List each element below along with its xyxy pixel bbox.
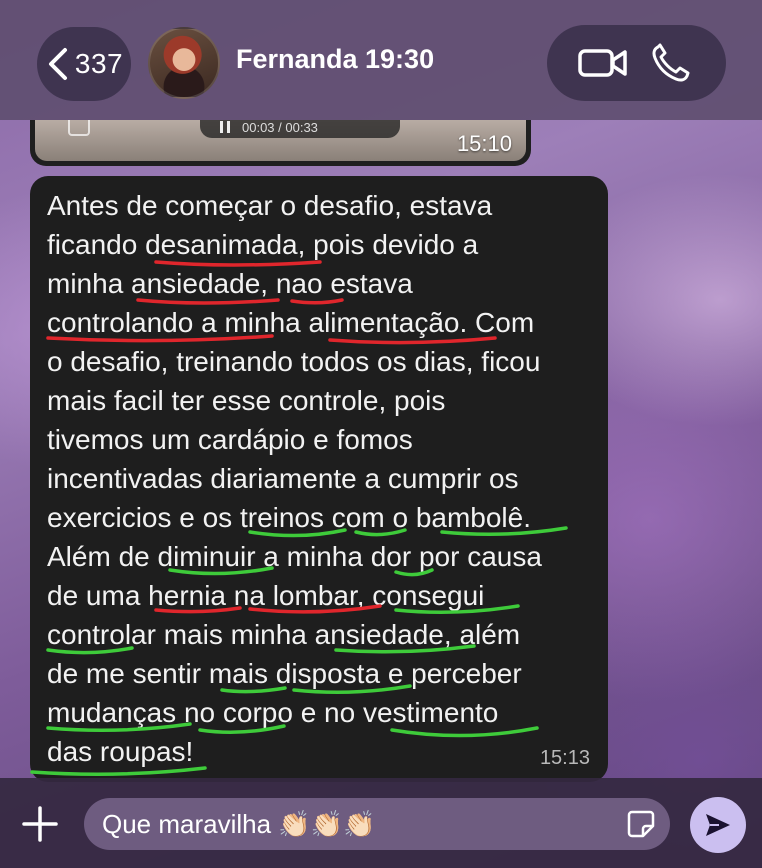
composer-bar: Que maravilha 👏🏻👏🏻👏🏻 — [0, 778, 762, 868]
call-actions — [547, 25, 726, 101]
video-thumbnail[interactable]: 00:03 / 00:33 15:10 — [35, 120, 526, 161]
send-icon — [706, 814, 730, 836]
pause-icon[interactable] — [220, 121, 230, 133]
chevron-left-icon — [48, 48, 67, 80]
message-input-value[interactable]: Que maravilha 👏🏻👏🏻👏🏻 — [102, 809, 626, 840]
contact-name[interactable]: Fernanda 19:30 — [236, 44, 434, 75]
scan-icon[interactable] — [68, 120, 90, 136]
avatar[interactable] — [148, 27, 220, 99]
video-player-controls[interactable]: 00:03 / 00:33 — [200, 120, 400, 138]
message-bubble[interactable]: Antes de começar o desafio, estava fican… — [30, 176, 608, 782]
back-button[interactable]: 337 — [37, 27, 131, 101]
message-text: Antes de começar o desafio, estava fican… — [47, 190, 542, 767]
unread-count: 337 — [74, 48, 124, 79]
video-call-icon[interactable] — [577, 43, 629, 83]
video-player-time: 00:03 / 00:33 — [242, 120, 318, 135]
video-message[interactable]: 00:03 / 00:33 15:10 — [30, 120, 531, 166]
phone-icon[interactable] — [644, 43, 696, 83]
message-input[interactable]: Que maravilha 👏🏻👏🏻👏🏻 — [84, 798, 670, 850]
message-timestamp: 15:10 — [456, 131, 512, 156]
chat-header: 337 Fernanda 19:30 — [0, 0, 762, 120]
send-button[interactable] — [690, 797, 746, 853]
plus-icon[interactable] — [20, 804, 60, 844]
sticker-icon[interactable] — [626, 809, 656, 839]
message-timestamp: 15:13 — [539, 747, 590, 769]
